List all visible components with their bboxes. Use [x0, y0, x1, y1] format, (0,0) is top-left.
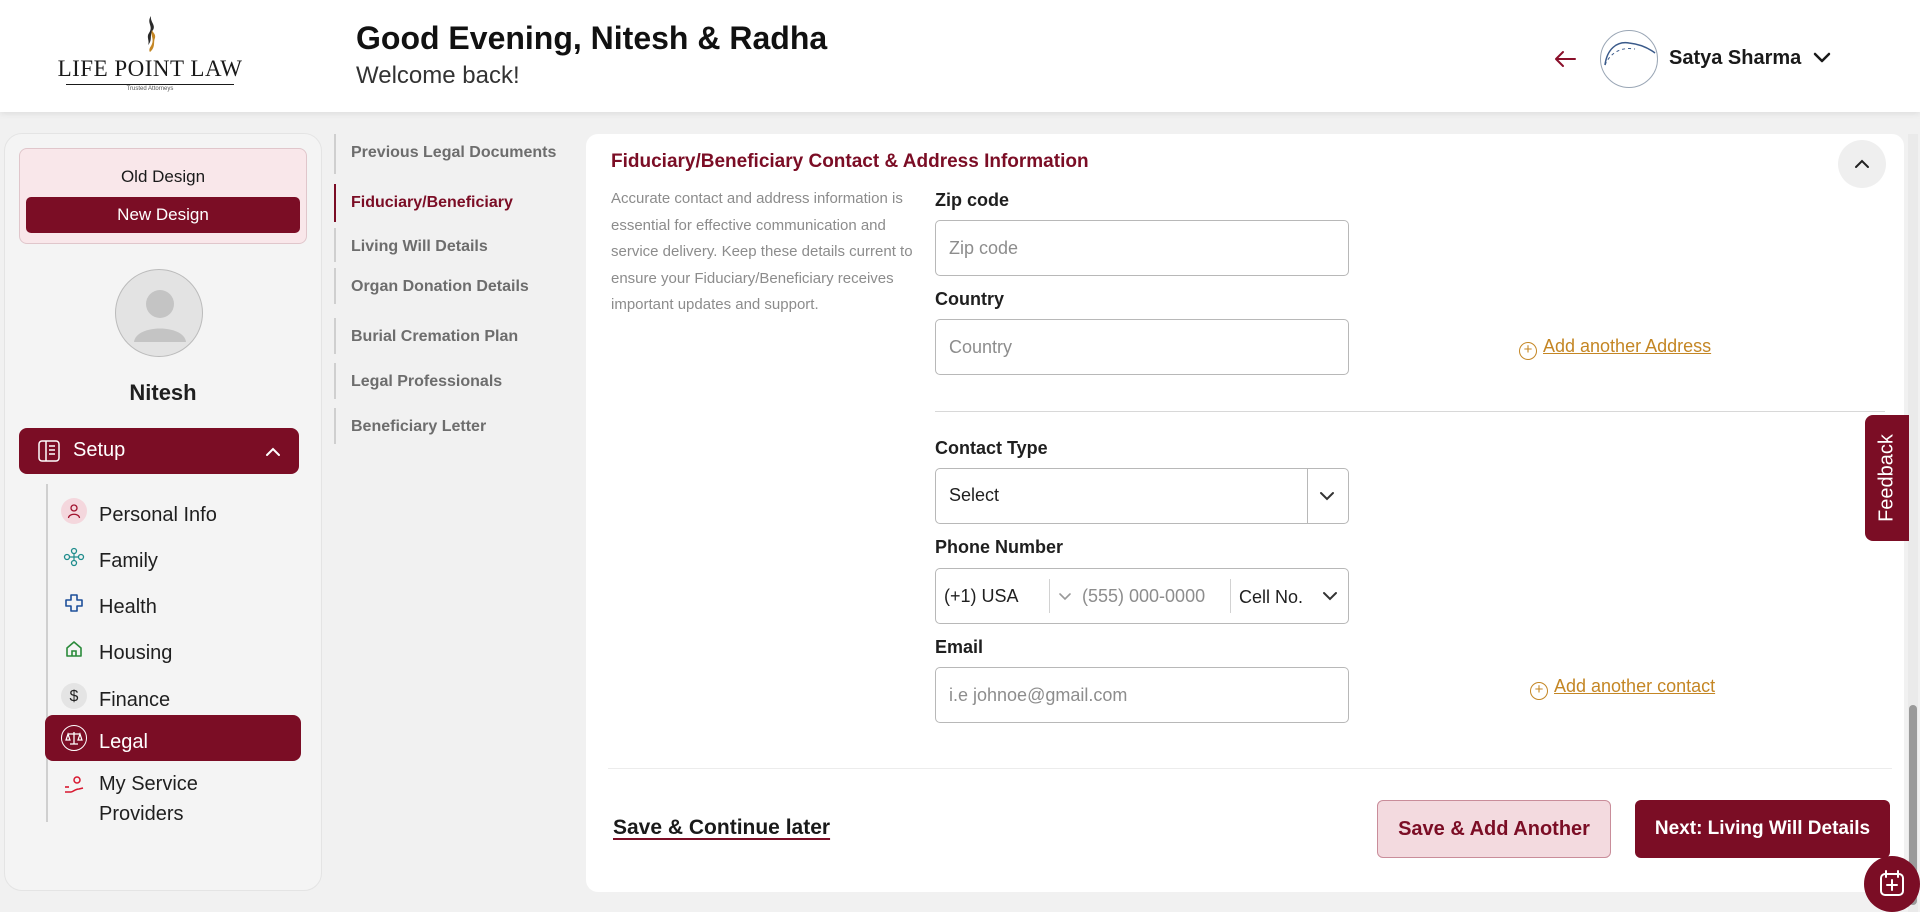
feedback-label: Feedback	[1875, 434, 1898, 522]
add-another-contact-link[interactable]: + Add another contact	[1530, 676, 1715, 700]
zip-code-label: Zip code	[935, 190, 1010, 210]
add-contact-label: Add another contact	[1554, 676, 1716, 696]
next-living-will-button[interactable]: Next: Living Will Details	[1635, 800, 1890, 858]
sidebar-item-label: Personal Info	[99, 504, 217, 526]
dollar-icon: $	[61, 683, 87, 709]
subnav-beneficiary-letter[interactable]: Beneficiary Letter	[334, 408, 566, 444]
chevron-down-icon[interactable]	[1055, 586, 1075, 606]
left-sidebar: Old Design New Design Nitesh Setup Perso…	[4, 133, 322, 891]
email-input[interactable]	[935, 667, 1349, 723]
setup-menu-toggle[interactable]: Setup	[19, 428, 299, 474]
subnav-burial-cremation-plan[interactable]: Burial Cremation Plan	[334, 318, 566, 354]
sidebar-item-label: Legal	[99, 731, 148, 753]
flame-logo-icon	[147, 16, 156, 52]
sidebar-item-housing[interactable]: Housing	[45, 627, 301, 671]
add-another-address-link[interactable]: + Add another Address	[1519, 336, 1711, 360]
phone-separator	[1230, 579, 1231, 613]
contact-type-label: Contact Type	[935, 438, 1048, 458]
phone-number-input[interactable]	[1082, 577, 1228, 615]
plus-circle-icon: +	[1519, 342, 1537, 360]
back-arrow-icon[interactable]	[1552, 46, 1578, 72]
main-form-card: Fiduciary/Beneficiary Contact & Address …	[586, 134, 1904, 892]
logo-text: LIFE POINT LAW	[57, 56, 243, 81]
sidebar-item-finance[interactable]: $ Finance	[45, 674, 301, 718]
sidebar-item-personal-info[interactable]: Personal Info	[45, 489, 301, 533]
subnav-previous-legal-documents[interactable]: Previous Legal Documents	[334, 134, 566, 174]
zip-code-input[interactable]	[935, 220, 1349, 276]
feedback-tab[interactable]: Feedback	[1865, 415, 1909, 541]
chevron-down-icon[interactable]	[1810, 46, 1834, 70]
logo-tagline: Trusted Attorneys	[126, 86, 174, 92]
profile-name: Nitesh	[129, 380, 197, 405]
old-design-toggle[interactable]: Old Design	[20, 167, 306, 187]
sidebar-item-label: Housing	[99, 642, 173, 664]
calendar-add-icon	[1880, 870, 1904, 896]
logo[interactable]: LIFE POINT LAW Trusted Attorneys	[57, 14, 243, 92]
contact-type-select[interactable]: Select	[935, 468, 1349, 524]
contact-type-value: Select	[949, 485, 1000, 505]
health-cross-icon	[61, 590, 87, 616]
top-header: LIFE POINT LAW Trusted Attorneys Good Ev…	[0, 0, 1920, 112]
sidebar-item-label: Health	[99, 596, 157, 618]
sidebar-item-my-service-providers[interactable]: My Service Providers	[45, 763, 301, 825]
design-switcher: Old Design New Design	[19, 148, 307, 244]
save-continue-later-link[interactable]: Save & Continue later	[613, 816, 830, 840]
svg-text:$: $	[70, 688, 79, 705]
phone-country-code-select[interactable]: (+1) USA	[944, 586, 1019, 607]
sidebar-item-label: My Service Providers	[99, 773, 198, 825]
setup-label: Setup	[73, 439, 126, 461]
person-icon	[61, 498, 87, 524]
chevron-up-icon	[1855, 159, 1869, 168]
chevron-down-icon[interactable]	[1320, 586, 1340, 606]
section-divider	[935, 411, 1885, 412]
profile-avatar[interactable]	[115, 269, 203, 357]
subnav-fiduciary-beneficiary[interactable]: Fiduciary/Beneficiary	[334, 184, 566, 222]
country-label: Country	[935, 289, 1004, 309]
legal-subnav: Previous Legal Documents Fiduciary/Benef…	[334, 134, 566, 444]
calendar-fab-button[interactable]	[1864, 856, 1920, 912]
email-label: Email	[935, 637, 984, 657]
sidebar-item-label: Family	[99, 550, 158, 572]
user-name[interactable]: Satya Sharma	[1669, 47, 1801, 70]
setup-icon	[38, 440, 60, 462]
phone-type-select[interactable]: Cell No.	[1239, 587, 1303, 608]
section-title: Fiduciary/Beneficiary Contact & Address …	[611, 151, 1089, 172]
user-avatar[interactable]	[1600, 30, 1658, 88]
collapse-section-button[interactable]	[1838, 140, 1886, 188]
sidebar-item-health[interactable]: Health	[45, 581, 301, 625]
scales-icon	[61, 725, 87, 751]
footer-divider	[608, 768, 1892, 769]
country-input[interactable]	[935, 319, 1349, 375]
greeting-title: Good Evening, Nitesh & Radha	[356, 20, 828, 56]
plus-circle-icon: +	[1530, 682, 1548, 700]
sidebar-item-legal[interactable]: Legal	[45, 715, 301, 761]
subnav-living-will-details[interactable]: Living Will Details	[334, 228, 566, 262]
chevron-up-icon	[266, 447, 280, 456]
subnav-legal-professionals[interactable]: Legal Professionals	[334, 363, 566, 399]
service-provider-icon	[61, 772, 87, 798]
section-description: Accurate contact and address information…	[611, 190, 913, 313]
house-icon	[61, 636, 87, 662]
logo-rule	[66, 84, 234, 85]
add-address-label: Add another Address	[1543, 336, 1712, 356]
phone-number-group: (+1) USA Cell No.	[935, 568, 1349, 624]
phone-separator	[1049, 579, 1050, 613]
chevron-down-icon	[1320, 492, 1334, 501]
family-icon	[61, 544, 87, 570]
phone-number-label: Phone Number	[935, 537, 1064, 557]
select-separator	[1307, 469, 1308, 523]
new-design-toggle[interactable]: New Design	[26, 197, 300, 233]
save-add-another-button[interactable]: Save & Add Another	[1377, 800, 1611, 858]
greeting-subtitle: Welcome back!	[356, 62, 520, 89]
subnav-organ-donation-details[interactable]: Organ Donation Details	[334, 268, 566, 304]
sidebar-item-family[interactable]: Family	[45, 535, 301, 579]
sidebar-item-label: Finance	[99, 689, 171, 711]
